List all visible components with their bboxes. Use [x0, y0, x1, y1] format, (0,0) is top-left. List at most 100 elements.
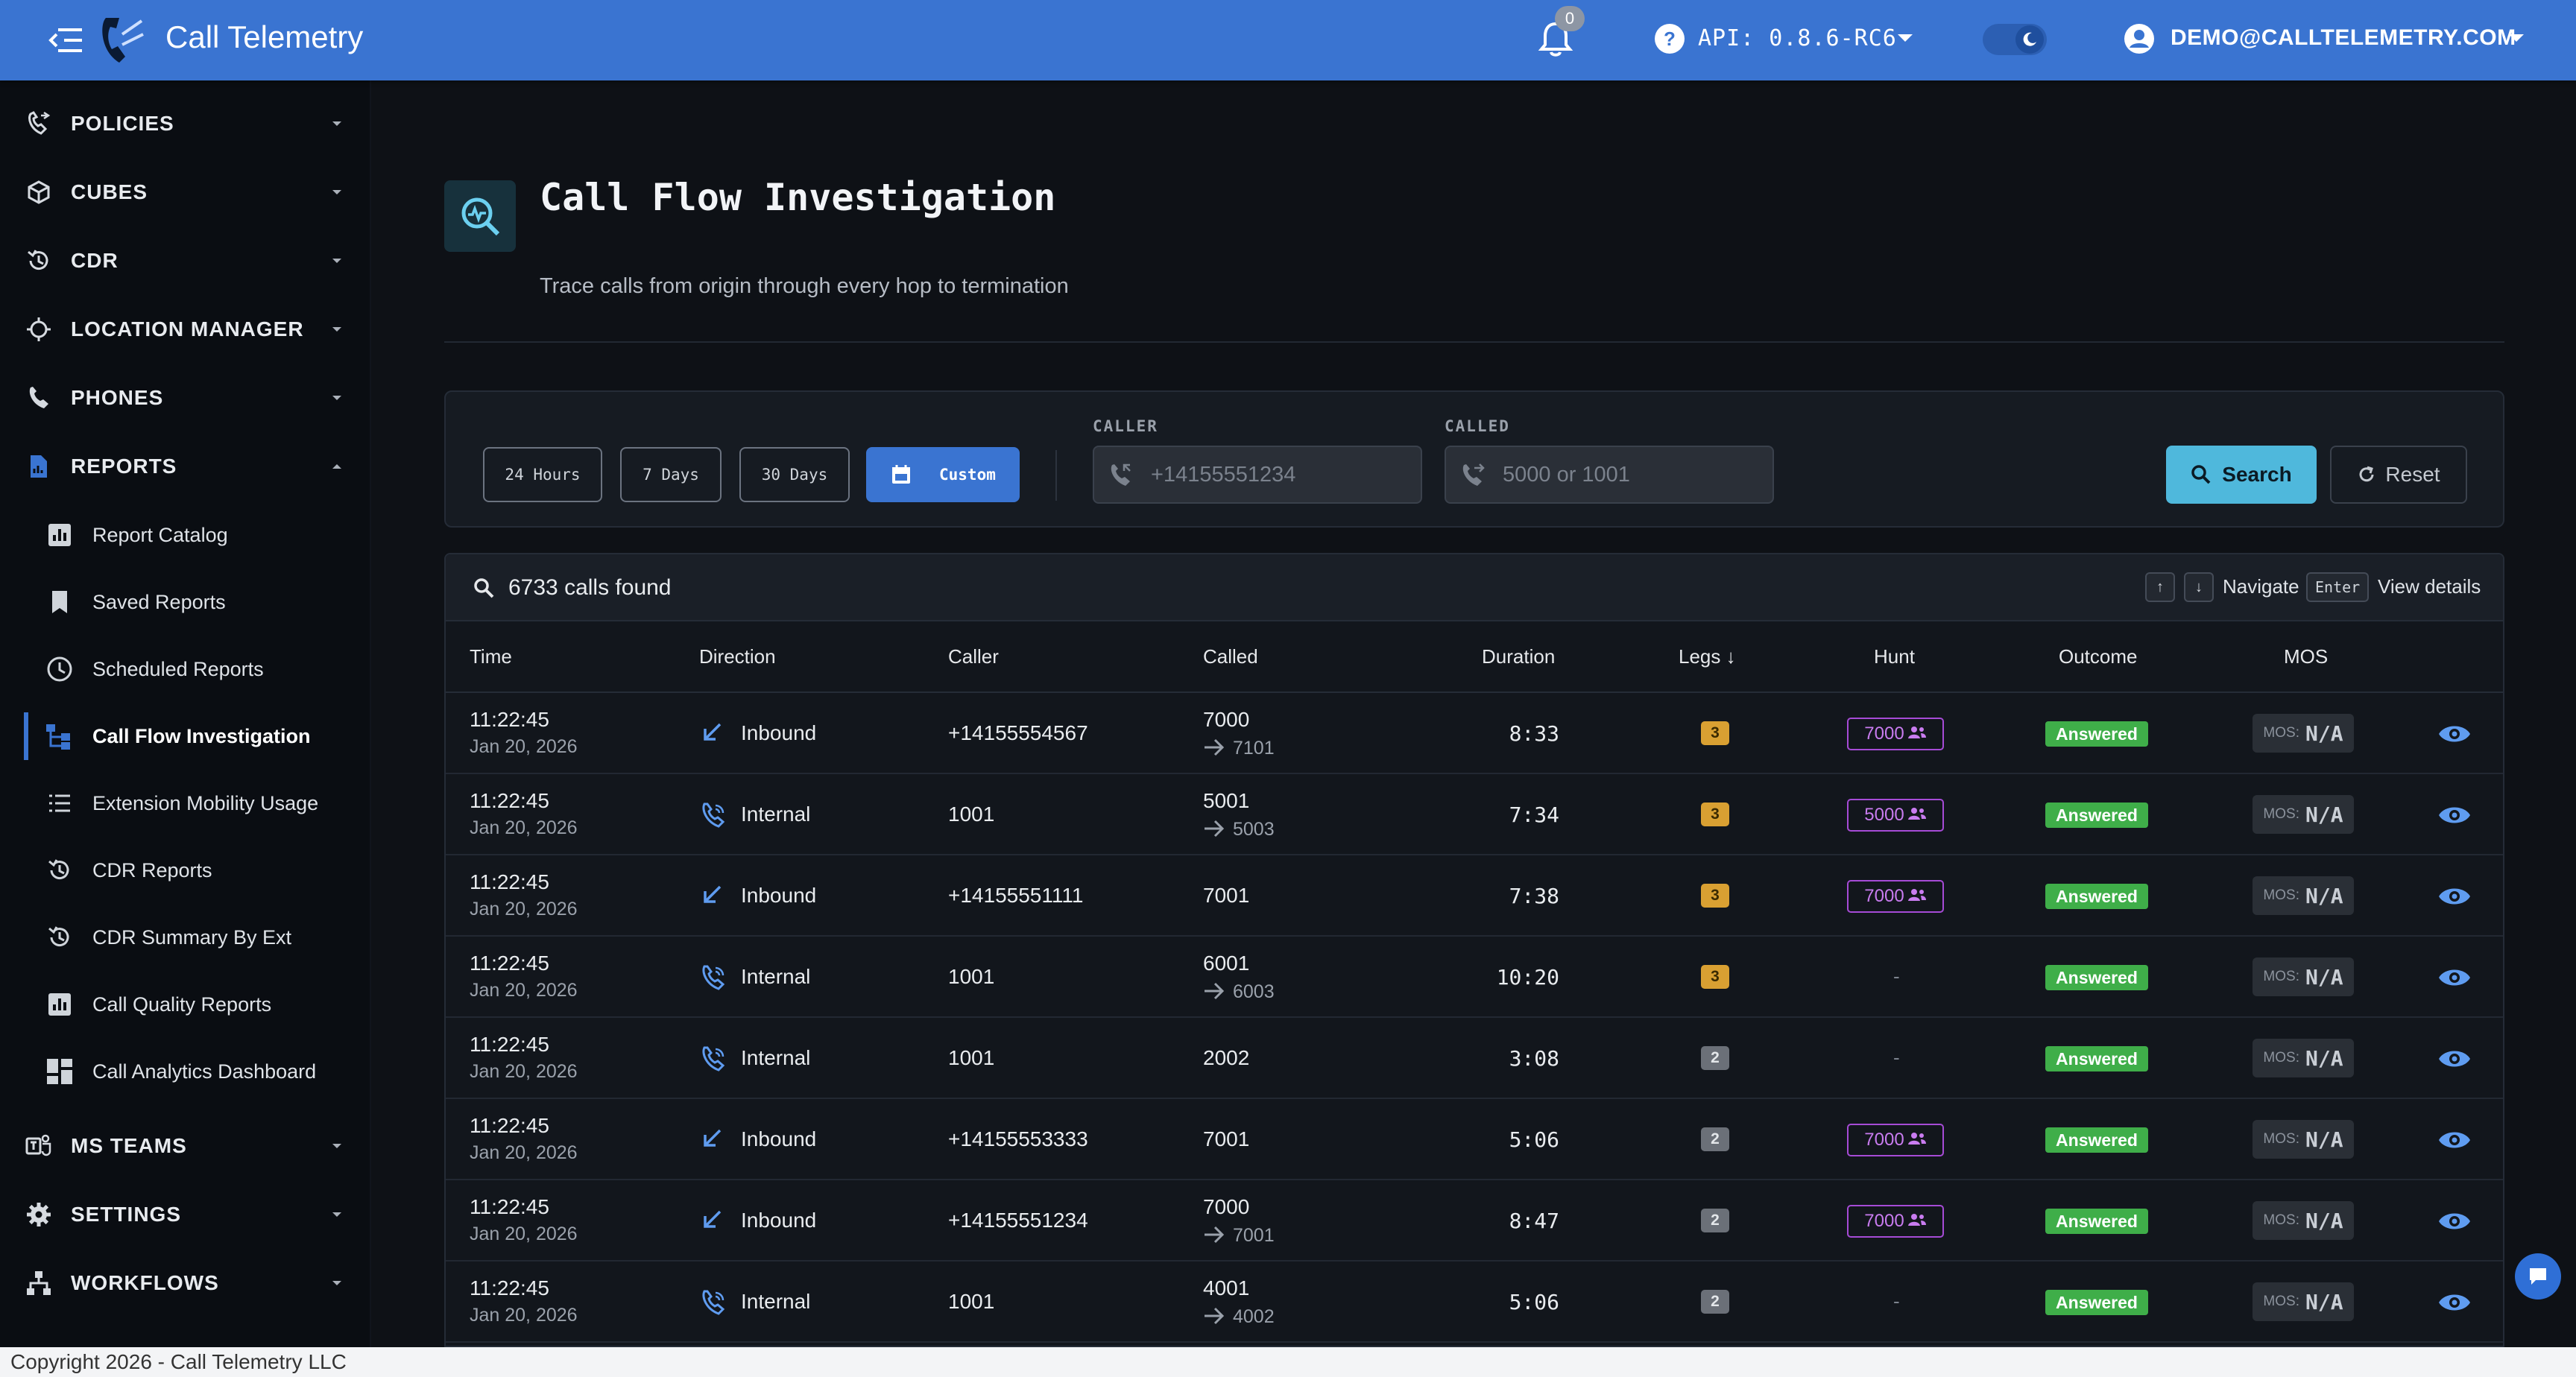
- search-button[interactable]: Search: [2166, 446, 2317, 504]
- sidebar-item-location-manager[interactable]: LOCATION MANAGER: [0, 300, 371, 359]
- mos-badge: MOS: N/A: [2253, 795, 2354, 834]
- column-header-hunt[interactable]: Hunt: [1874, 645, 1915, 668]
- eye-icon[interactable]: [2437, 803, 2472, 828]
- sidebar-item-settings[interactable]: SETTINGS: [0, 1185, 371, 1244]
- sidebar-item-call-analytics-dashboard[interactable]: Call Analytics Dashboard: [0, 1042, 371, 1101]
- user-account-label[interactable]: DEMO@CALLTELEMETRY.COM: [2171, 25, 2516, 51]
- sidebar-item-label: REPORTS: [71, 455, 177, 478]
- column-header-caller[interactable]: Caller: [948, 645, 999, 668]
- row-date: Jan 20, 2026: [470, 1061, 578, 1082]
- row-date: Jan 20, 2026: [470, 1305, 578, 1326]
- table-row[interactable]: 11:22:45 Jan 20, 2026 Internal 1001 4001 4002…: [446, 1262, 2503, 1343]
- column-header-outcome[interactable]: Outcome: [2059, 645, 2138, 668]
- sidebar-item-label: Call Flow Investigation: [92, 724, 311, 747]
- results-toolbar: 6733 calls found ↑ ↓ Navigate Enter View…: [446, 554, 2503, 621]
- row-time: 11:22:45: [470, 870, 549, 893]
- row-time: 11:22:45: [470, 708, 549, 731]
- column-header-direction[interactable]: Direction: [699, 645, 776, 668]
- sidebar-item-call-quality-reports[interactable]: Call Quality Reports: [0, 975, 371, 1034]
- row-time: 11:22:45: [470, 1195, 549, 1218]
- hunt-group-badge[interactable]: 7000: [1847, 718, 1944, 750]
- row-called-transfer: 7001: [1233, 1225, 1275, 1246]
- sidebar-item-ms-teams[interactable]: MS TEAMS: [0, 1116, 371, 1176]
- sidebar-item-cdr[interactable]: CDR: [0, 231, 371, 291]
- sidebar-item-extension-mobility-usage[interactable]: Extension Mobility Usage: [0, 773, 371, 833]
- table-row[interactable]: 11:22:45 Jan 20, 2026 Internal 1001 6001 6003…: [446, 937, 2503, 1018]
- hunt-group-badge[interactable]: 7000: [1847, 880, 1944, 913]
- table-row[interactable]: 11:22:45 Jan 20, 2026 Internal 1001 2002 3:08…: [446, 1018, 2503, 1099]
- sidebar-item-label: CDR Summary By Ext: [92, 925, 292, 949]
- eye-icon[interactable]: [2437, 721, 2472, 747]
- caller-field-label: CALLER: [1093, 417, 1158, 435]
- sidebar-item-cubes[interactable]: CUBES: [0, 162, 371, 222]
- range-custom-button[interactable]: Custom: [866, 447, 1020, 502]
- eye-icon[interactable]: [2437, 1209, 2472, 1234]
- sidebar-item-scheduled-reports[interactable]: Scheduled Reports: [0, 639, 371, 699]
- chevron-down-icon[interactable]: [2507, 33, 2525, 43]
- row-direction: Internal: [741, 803, 811, 826]
- kbd-enter: Enter: [2306, 572, 2370, 602]
- clock-icon: [43, 653, 76, 686]
- column-header-legs[interactable]: Legs ↓: [1679, 645, 1736, 668]
- row-called: 7000: [1203, 708, 1250, 731]
- sidebar-item-cdr-reports[interactable]: CDR Reports: [0, 841, 371, 900]
- row-called: 2002: [1203, 1046, 1250, 1069]
- hunt-group-badge[interactable]: 7000: [1847, 1205, 1944, 1238]
- reset-button[interactable]: Reset: [2330, 446, 2467, 504]
- api-version-label[interactable]: API: 0.8.6-RC6: [1698, 25, 1897, 51]
- arrow-right-icon: [1203, 1306, 1225, 1329]
- hunt-group-label: 5000: [1864, 805, 1904, 825]
- row-called-transfer: 4002: [1233, 1306, 1275, 1327]
- called-input[interactable]: 5000 or 1001: [1445, 446, 1774, 504]
- phone-logo-icon[interactable]: [97, 13, 148, 66]
- table-row[interactable]: 11:22:45 Jan 20, 2026 Internal 1001 5001 5003…: [446, 774, 2503, 855]
- eye-icon[interactable]: [2437, 1290, 2472, 1315]
- column-header-time[interactable]: Time: [470, 645, 512, 668]
- menu-toggle-icon[interactable]: [48, 24, 85, 57]
- user-circle-icon[interactable]: [2123, 22, 2156, 55]
- mos-badge: MOS: N/A: [2253, 957, 2354, 996]
- hunt-group-badge[interactable]: 7000: [1847, 1124, 1944, 1156]
- caller-input[interactable]: +14155551234: [1093, 446, 1422, 504]
- sidebar-item-cdr-summary-by-ext[interactable]: CDR Summary By Ext: [0, 908, 371, 967]
- eye-icon[interactable]: [2437, 884, 2472, 909]
- column-header-duration[interactable]: Duration: [1482, 645, 1555, 668]
- bookmark-icon: [43, 586, 76, 618]
- row-called: 5001: [1203, 789, 1250, 812]
- sidebar-item-workflows[interactable]: WORKFLOWS: [0, 1253, 371, 1313]
- sidebar-item-report-catalog[interactable]: Report Catalog: [0, 505, 371, 565]
- table-row[interactable]: 11:22:45 Jan 20, 2026 Inbound +14155551111 7…: [446, 855, 2503, 937]
- app-title[interactable]: Call Telemetry: [165, 19, 363, 55]
- table-row[interactable]: 11:22:45 Jan 20, 2026 Inbound +14155553333 7…: [446, 1099, 2503, 1180]
- chevron-down-icon: [332, 327, 341, 332]
- phone-forwarded-icon: [1462, 463, 1485, 486]
- sidebar-item-call-flow-investigation[interactable]: Call Flow Investigation: [0, 706, 371, 766]
- range-24-hours-button[interactable]: 24 Hours: [483, 447, 602, 502]
- range-30-days-button[interactable]: 30 Days: [739, 447, 850, 502]
- column-header-called[interactable]: Called: [1203, 645, 1258, 668]
- eye-icon[interactable]: [2437, 965, 2472, 990]
- theme-toggle[interactable]: [1983, 24, 2047, 55]
- eye-icon[interactable]: [2437, 1046, 2472, 1071]
- hunt-group-badge[interactable]: 5000: [1847, 799, 1944, 832]
- range-7-days-button[interactable]: 7 Days: [620, 447, 722, 502]
- row-caller: +14155551111: [948, 884, 1084, 907]
- sidebar-item-reports[interactable]: REPORTS: [0, 437, 371, 496]
- column-header-mos[interactable]: MOS: [2284, 645, 2328, 668]
- kbd-down: ↓: [2184, 572, 2214, 602]
- help-circle-icon[interactable]: ?: [1653, 22, 1686, 55]
- sidebar-item-saved-reports[interactable]: Saved Reports: [0, 572, 371, 632]
- outcome-badge: Answered: [2045, 965, 2148, 990]
- sidebar-item-policies[interactable]: POLICIES: [0, 94, 371, 153]
- eye-icon[interactable]: [2437, 1127, 2472, 1153]
- row-direction: Internal: [741, 965, 811, 988]
- table-row[interactable]: 11:22:45 Jan 20, 2026 Inbound +14155551234 7…: [446, 1180, 2503, 1262]
- group-icon: [1907, 1211, 1927, 1232]
- table-row[interactable]: 11:22:45 Jan 20, 2026 Inbound +14155554567 7…: [446, 693, 2503, 774]
- reset-button-label: Reset: [2385, 463, 2440, 486]
- sidebar-item-label: LOCATION MANAGER: [71, 317, 304, 341]
- sidebar-item-phones[interactable]: PHONES: [0, 368, 371, 428]
- sidebar-item-label: Call Analytics Dashboard: [92, 1060, 317, 1083]
- chevron-down-icon[interactable]: [1896, 33, 1914, 43]
- chat-icon[interactable]: [2515, 1253, 2561, 1300]
